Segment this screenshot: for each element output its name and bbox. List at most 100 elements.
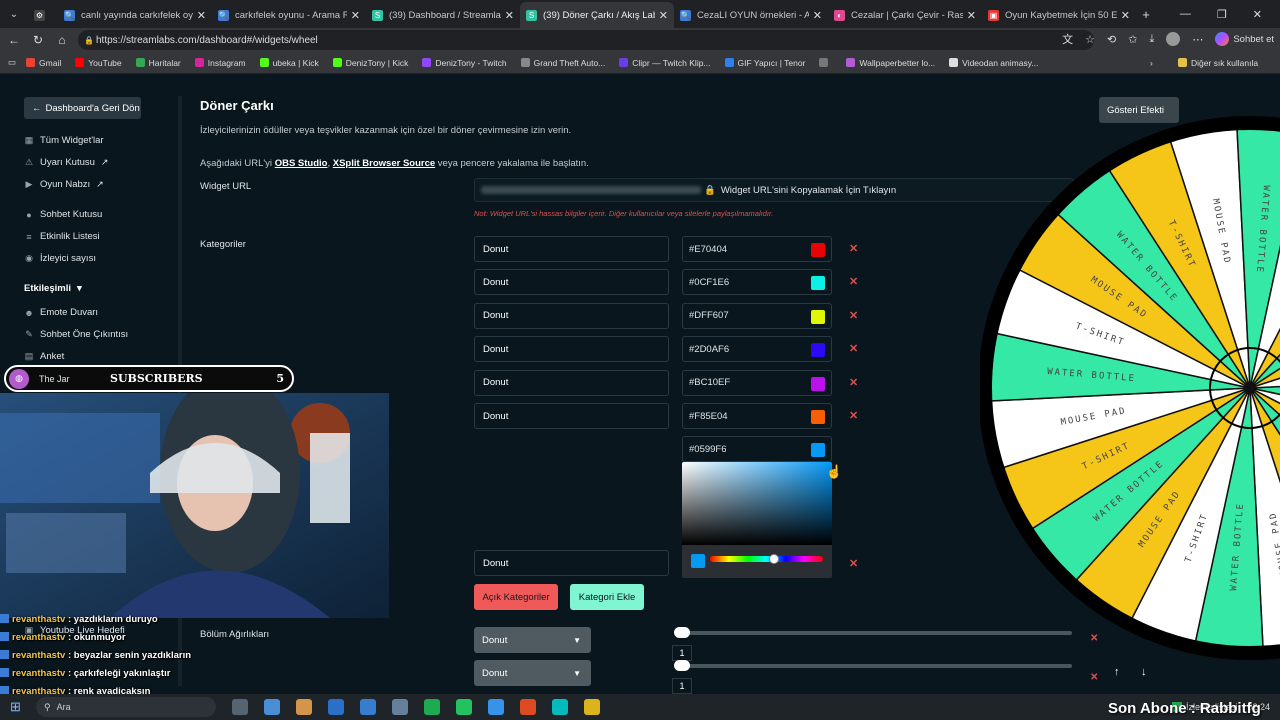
- bookmark-item[interactable]: Gmail: [26, 58, 61, 68]
- category-name-input[interactable]: Donut: [474, 236, 669, 262]
- sidebar-item[interactable]: ◉ İzleyici sayısı: [24, 253, 96, 264]
- category-color-input[interactable]: #0CF1E6: [682, 269, 832, 296]
- sidebar-item[interactable]: ▤ Anket: [24, 351, 65, 362]
- tab-5[interactable]: ◐ Cezalar | Çarkı Çevir - Rastgele ✕: [828, 2, 982, 28]
- delete-category-icon[interactable]: ✕: [849, 242, 858, 255]
- taskbar-app-icon[interactable]: [584, 699, 600, 715]
- tab-actions-icon[interactable]: ⌄: [0, 0, 28, 28]
- taskbar-app-icon[interactable]: [424, 699, 440, 715]
- close-tab-icon[interactable]: ✕: [351, 9, 360, 22]
- favorites-icon[interactable]: ✩: [1128, 33, 1137, 46]
- close-window-icon[interactable]: ✕: [1253, 8, 1262, 21]
- color-swatch[interactable]: [811, 443, 825, 457]
- maximize-icon[interactable]: ❐: [1217, 8, 1227, 21]
- start-icon[interactable]: ⊞: [10, 699, 21, 715]
- category-color-input[interactable]: #2D0AF6: [682, 336, 832, 363]
- reading-list-icon[interactable]: ▭: [8, 57, 16, 68]
- translate-icon[interactable]: 文: [1062, 31, 1073, 47]
- bookmark-item[interactable]: YouTube: [75, 58, 122, 68]
- sidebar-item[interactable]: ● Sohbet Kutusu: [24, 209, 102, 220]
- bookmark-item[interactable]: Clipr — Twitch Klip...: [619, 58, 711, 68]
- category-name-input[interactable]: Donut: [474, 302, 669, 329]
- bookmark-item[interactable]: Wallpaperbetter lo...: [846, 58, 935, 68]
- taskbar-app-icon[interactable]: [296, 699, 312, 715]
- category-name-input[interactable]: Donut: [474, 550, 669, 576]
- slider-handle[interactable]: [674, 660, 690, 671]
- category-color-input[interactable]: #BC10EF: [682, 369, 832, 396]
- minimize-icon[interactable]: —: [1180, 8, 1191, 20]
- close-tab-icon[interactable]: ✕: [505, 9, 514, 22]
- bookmark-item[interactable]: DenizTony | Kick: [332, 58, 408, 68]
- copilot-button[interactable]: Sohbet et: [1215, 32, 1274, 46]
- taskbar-app-icon[interactable]: [328, 699, 344, 715]
- hue-slider[interactable]: [710, 556, 823, 562]
- tab-pinned[interactable]: ⚙: [28, 2, 58, 28]
- home-icon[interactable]: ⌂: [50, 33, 74, 47]
- url-field[interactable]: 🔒 https://streamlabs.com/dashboard#/widg…: [78, 30, 1094, 50]
- taskbar-app-icon[interactable]: [456, 699, 472, 715]
- close-tab-icon[interactable]: ✕: [197, 9, 206, 22]
- delete-category-icon[interactable]: ✕: [849, 342, 858, 355]
- sidebar-item[interactable]: ✎ Sohbet Öne Çıkıntısı: [24, 329, 128, 340]
- category-name-input[interactable]: Donut: [474, 336, 669, 363]
- taskbar-app-icon[interactable]: [520, 699, 536, 715]
- close-tab-icon[interactable]: ✕: [659, 9, 668, 22]
- sidebar-section-interactive[interactable]: Etkileşimli ▾: [24, 283, 82, 294]
- bookmark-item[interactable]: Instagram: [194, 58, 246, 68]
- move-up-icon[interactable]: ↑: [1114, 666, 1120, 678]
- taskbar-app-icon[interactable]: [392, 699, 408, 715]
- delete-category-icon[interactable]: ✕: [849, 309, 858, 322]
- weight-category-select[interactable]: Donut ▼: [474, 627, 591, 653]
- category-color-input[interactable]: #F85E04: [682, 403, 832, 429]
- profile-avatar[interactable]: [1166, 32, 1181, 46]
- move-down-icon[interactable]: ↓: [1141, 666, 1147, 678]
- obs-link[interactable]: OBS Studio: [275, 158, 328, 169]
- extensions-icon[interactable]: ⟲: [1107, 33, 1116, 46]
- widget-url-field[interactable]: 🔒 Widget URL'sini Kopyalamak İçin Tıklayı…: [474, 178, 1074, 202]
- category-name-input[interactable]: Donut: [474, 403, 669, 429]
- back-icon[interactable]: ←: [2, 33, 26, 47]
- color-swatch[interactable]: [811, 309, 825, 324]
- taskbar-search[interactable]: ⚲ Ara: [36, 697, 216, 717]
- sidebar-item[interactable]: ☻ Emote Duvarı: [24, 307, 98, 318]
- xsplit-link[interactable]: XSplit Browser Source: [333, 158, 435, 169]
- taskbar-app-icon[interactable]: [264, 699, 280, 715]
- reload-icon[interactable]: ↻: [26, 33, 50, 47]
- category-color-input[interactable]: #0599F6: [682, 436, 832, 462]
- color-picker[interactable]: [682, 462, 832, 578]
- open-categories-button[interactable]: Açık Kategoriler: [474, 584, 558, 610]
- taskbar-app-icon[interactable]: [360, 699, 376, 715]
- saturation-area[interactable]: [682, 462, 832, 545]
- color-swatch[interactable]: [811, 410, 825, 424]
- close-tab-icon[interactable]: ✕: [967, 9, 976, 22]
- color-swatch[interactable]: [811, 376, 825, 391]
- category-color-input[interactable]: #E70404: [682, 236, 832, 262]
- bookmark-item[interactable]: [819, 58, 832, 67]
- taskbar-app-icon[interactable]: [552, 699, 568, 715]
- other-bookmarks[interactable]: Diğer sık kullanıla: [1178, 58, 1258, 68]
- tab-1[interactable]: 🔍 carkıfelek oyunu - Arama Resim ✕: [212, 2, 366, 28]
- show-effect-button[interactable]: Gösteri Efekti: [1099, 97, 1179, 123]
- add-category-button[interactable]: Kategori Ekle: [570, 584, 644, 610]
- sidebar-item[interactable]: ≡ Etkinlik Listesi: [24, 231, 99, 242]
- tab-6[interactable]: ▣ Oyun Kaybetmek İçin 50 Eğlence ✕: [982, 2, 1136, 28]
- weight-slider[interactable]: [674, 627, 1072, 638]
- favorite-star-icon[interactable]: ☆: [1085, 33, 1095, 46]
- sidebar-item[interactable]: ▶ Oyun Nabzı ↗: [24, 179, 104, 190]
- delete-category-icon[interactable]: ✕: [849, 409, 858, 422]
- taskbar-app-icon[interactable]: [232, 699, 248, 715]
- weight-category-select[interactable]: Donut ▼: [474, 660, 591, 686]
- bookmark-item[interactable]: Haritalar: [135, 58, 181, 68]
- category-color-input[interactable]: #DFF607: [682, 302, 832, 329]
- tab-3[interactable]: S (39) Döner Çarkı / Akış Laborat ✕: [520, 2, 674, 28]
- delete-category-icon[interactable]: ✕: [849, 376, 858, 389]
- color-swatch[interactable]: [811, 276, 825, 291]
- delete-category-icon[interactable]: ✕: [849, 557, 858, 570]
- bookmark-item[interactable]: DenizTony - Twitch: [422, 58, 507, 68]
- tab-0[interactable]: 🔍 canlı yayında carkıfelek oyunu - ✕: [58, 2, 212, 28]
- tab-4[interactable]: 🔍 CezaLI OYUN örnekleri - Arama ✕: [674, 2, 828, 28]
- bookmark-item[interactable]: GIF Yapıcı | Tenor: [724, 58, 805, 68]
- color-swatch[interactable]: [811, 343, 825, 358]
- color-swatch[interactable]: [811, 243, 825, 257]
- slider-handle[interactable]: [674, 627, 690, 638]
